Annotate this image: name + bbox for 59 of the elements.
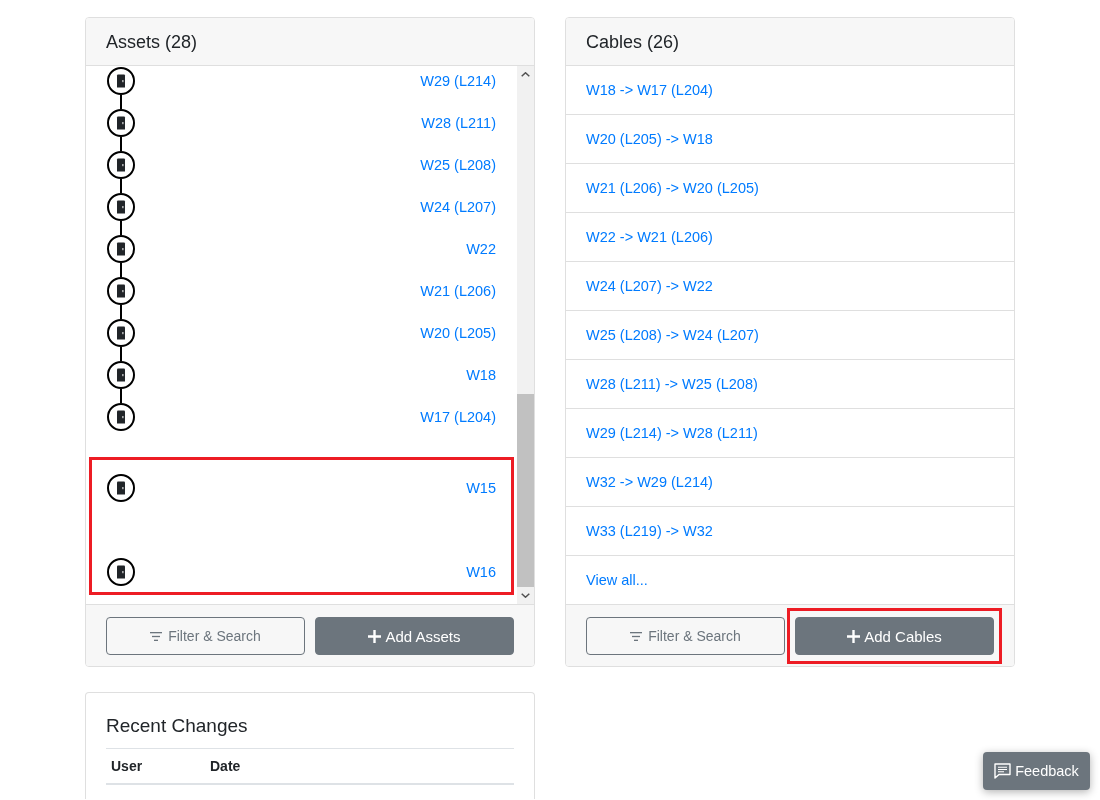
connector-line bbox=[120, 221, 122, 235]
filter-search-button[interactable]: Filter & Search bbox=[106, 617, 305, 655]
scrollbar-thumb[interactable] bbox=[517, 394, 534, 587]
cable-link[interactable]: W20 (L205) -> W18 bbox=[586, 129, 713, 149]
cable-link[interactable]: W29 (L214) -> W28 (L211) bbox=[586, 423, 758, 443]
column-header: User bbox=[106, 748, 205, 784]
cable-link[interactable]: W24 (L207) -> W22 bbox=[586, 276, 713, 296]
connector-line bbox=[120, 179, 122, 193]
filter-icon bbox=[630, 631, 643, 641]
connector-line bbox=[120, 95, 122, 109]
cabinet-icon bbox=[107, 151, 135, 179]
card-title: Assets (28) bbox=[106, 30, 198, 54]
chat-icon bbox=[994, 763, 1012, 779]
asset-link[interactable]: W24 (L207) bbox=[420, 197, 496, 217]
cable-link[interactable]: W21 (L206) -> W20 (L205) bbox=[586, 178, 759, 198]
scroll-up-icon[interactable] bbox=[521, 72, 530, 77]
cabinet-icon bbox=[107, 361, 135, 389]
add-button[interactable]: Add Cables bbox=[795, 617, 994, 655]
plus-icon bbox=[847, 629, 861, 643]
cable-link[interactable]: W25 (L208) -> W24 (L207) bbox=[586, 325, 759, 345]
filter-icon bbox=[150, 631, 163, 641]
asset-link[interactable]: W15 bbox=[466, 478, 496, 498]
asset-link[interactable]: W22 bbox=[466, 239, 496, 259]
connector-line bbox=[120, 137, 122, 151]
asset-link[interactable]: W18 bbox=[466, 365, 496, 385]
cabinet-icon bbox=[107, 235, 135, 263]
column-header: Date bbox=[205, 748, 514, 784]
cabinet-icon bbox=[107, 403, 135, 431]
cable-link[interactable]: W18 -> W17 (L204) bbox=[586, 80, 713, 100]
cable-link[interactable]: W28 (L211) -> W25 (L208) bbox=[586, 374, 758, 394]
asset-link[interactable]: W25 (L208) bbox=[420, 155, 496, 175]
cabinet-icon bbox=[107, 558, 135, 586]
connector-line bbox=[120, 389, 122, 403]
asset-link[interactable]: W21 (L206) bbox=[420, 281, 496, 301]
asset-link[interactable]: W16 bbox=[466, 562, 496, 582]
card-title: Recent Changes bbox=[106, 714, 249, 738]
cable-link[interactable]: W32 -> W29 (L214) bbox=[586, 472, 713, 492]
connector-line bbox=[120, 305, 122, 319]
asset-link[interactable]: W17 (L204) bbox=[420, 407, 496, 427]
add-button[interactable]: Add Assets bbox=[315, 617, 514, 655]
card-title: Cables (26) bbox=[586, 30, 680, 54]
cabinet-icon bbox=[107, 474, 135, 502]
filter-search-button[interactable]: Filter & Search bbox=[586, 617, 785, 655]
cable-link[interactable]: W22 -> W21 (L206) bbox=[586, 227, 713, 247]
plus-icon bbox=[368, 629, 382, 643]
scrollbar[interactable] bbox=[517, 66, 534, 604]
connector-line bbox=[120, 263, 122, 277]
cabinet-icon bbox=[107, 319, 135, 347]
feedback-button[interactable]: Feedback bbox=[983, 752, 1090, 790]
cable-link[interactable]: W33 (L219) -> W32 bbox=[586, 521, 713, 541]
asset-link[interactable]: W28 (L211) bbox=[421, 113, 496, 133]
cabinet-icon bbox=[107, 277, 135, 305]
view-all-link[interactable]: View all... bbox=[586, 570, 648, 590]
scroll-down-icon[interactable] bbox=[521, 593, 530, 598]
asset-link[interactable]: W20 (L205) bbox=[420, 323, 496, 343]
cabinet-icon bbox=[107, 109, 135, 137]
cabinet-icon bbox=[107, 193, 135, 221]
asset-link[interactable]: W29 (L214) bbox=[420, 71, 496, 91]
connector-line bbox=[120, 347, 122, 361]
